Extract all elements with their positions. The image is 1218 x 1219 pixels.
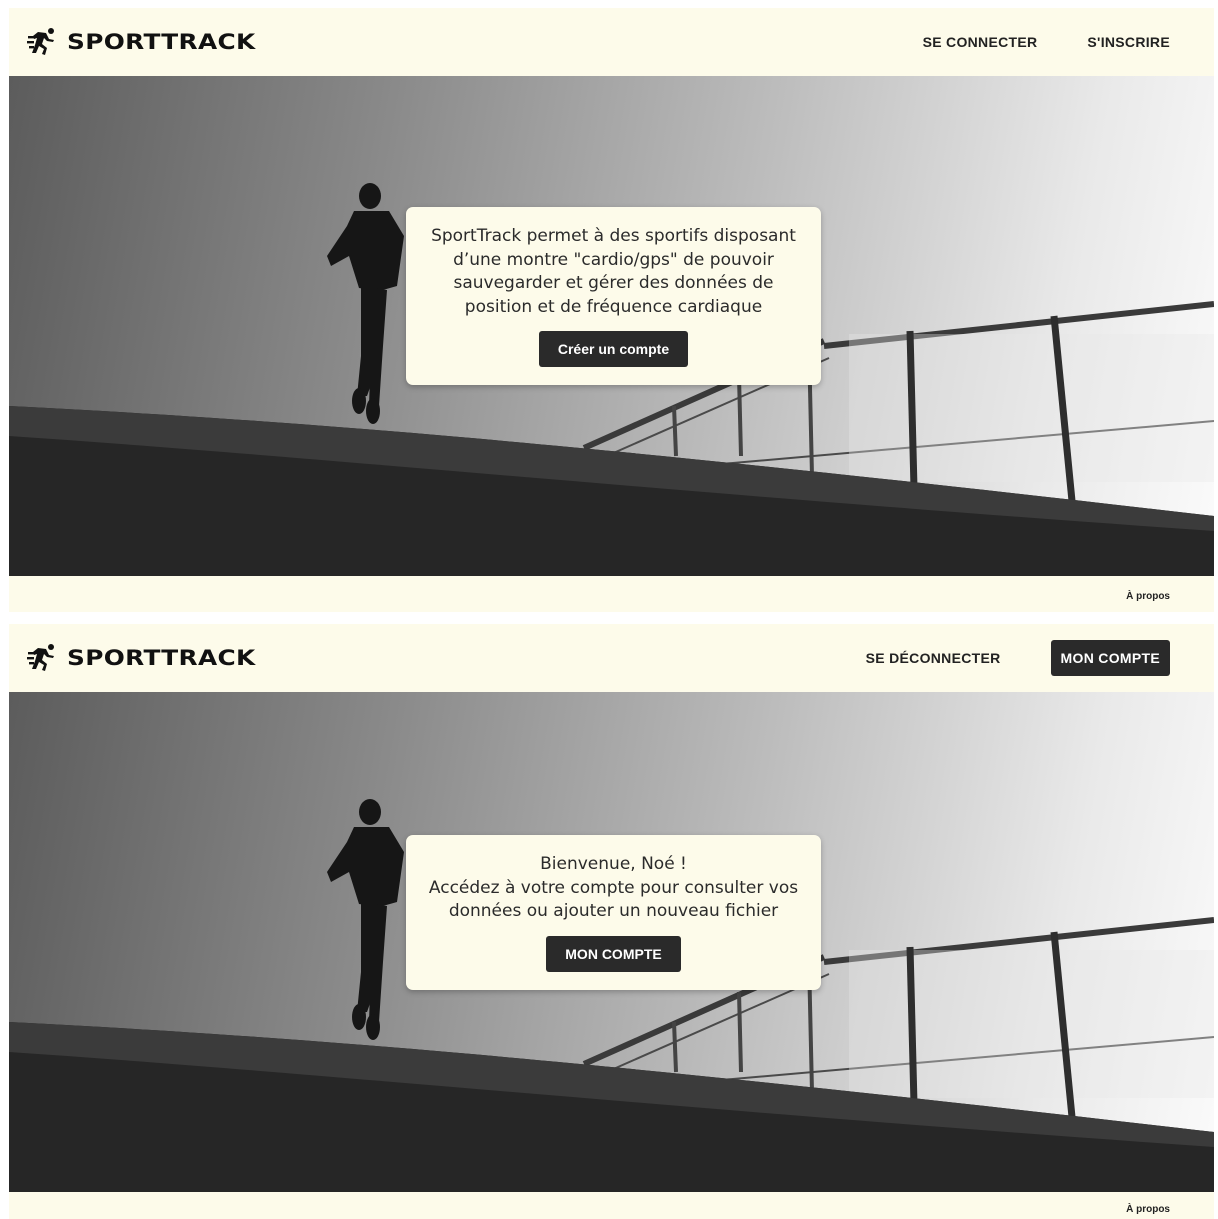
- signup-link[interactable]: S'INSCRIRE: [1087, 34, 1170, 50]
- brand-logo[interactable]: SPORTTRACK: [27, 27, 255, 57]
- landing-screen-logged-in: SPORTTRACK SE DÉCONNECTER MON COMPTE Bie…: [9, 624, 1214, 1219]
- hero-image: SportTrack permet à des sportifs disposa…: [9, 76, 1214, 576]
- nav-links: SE DÉCONNECTER MON COMPTE: [866, 640, 1170, 676]
- runner-icon: [27, 643, 57, 673]
- create-account-button[interactable]: Créer un compte: [538, 331, 689, 367]
- brand-name: SPORTTRACK: [67, 646, 256, 670]
- welcome-greeting: Bienvenue, Noé !: [540, 854, 687, 874]
- nav-links: SE CONNECTER S'INSCRIRE: [923, 34, 1170, 50]
- about-link[interactable]: À propos: [1126, 591, 1170, 602]
- landing-screen-logged-out: SPORTTRACK SE CONNECTER S'INSCRIRE Sport…: [9, 8, 1214, 612]
- hero-image: Bienvenue, Noé ! Accédez à votre compte …: [9, 692, 1214, 1192]
- intro-text: SportTrack permet à des sportifs disposa…: [431, 226, 796, 317]
- welcome-text: Accédez à votre compte pour consulter vo…: [428, 877, 799, 922]
- welcome-card: Bienvenue, Noé ! Accédez à votre compte …: [406, 835, 821, 990]
- my-account-nav-button[interactable]: MON COMPTE: [1050, 640, 1170, 676]
- login-link[interactable]: SE CONNECTER: [923, 34, 1038, 50]
- brand-logo[interactable]: SPORTTRACK: [27, 643, 255, 673]
- runner-icon: [27, 27, 57, 57]
- brand-name: SPORTTRACK: [67, 30, 256, 54]
- my-account-button[interactable]: MON COMPTE: [546, 935, 681, 972]
- intro-card: SportTrack permet à des sportifs disposa…: [406, 207, 821, 385]
- logout-link[interactable]: SE DÉCONNECTER: [866, 650, 1001, 666]
- navbar: SPORTTRACK SE CONNECTER S'INSCRIRE: [9, 8, 1214, 76]
- navbar: SPORTTRACK SE DÉCONNECTER MON COMPTE: [9, 624, 1214, 692]
- about-link[interactable]: À propos: [1126, 1204, 1170, 1215]
